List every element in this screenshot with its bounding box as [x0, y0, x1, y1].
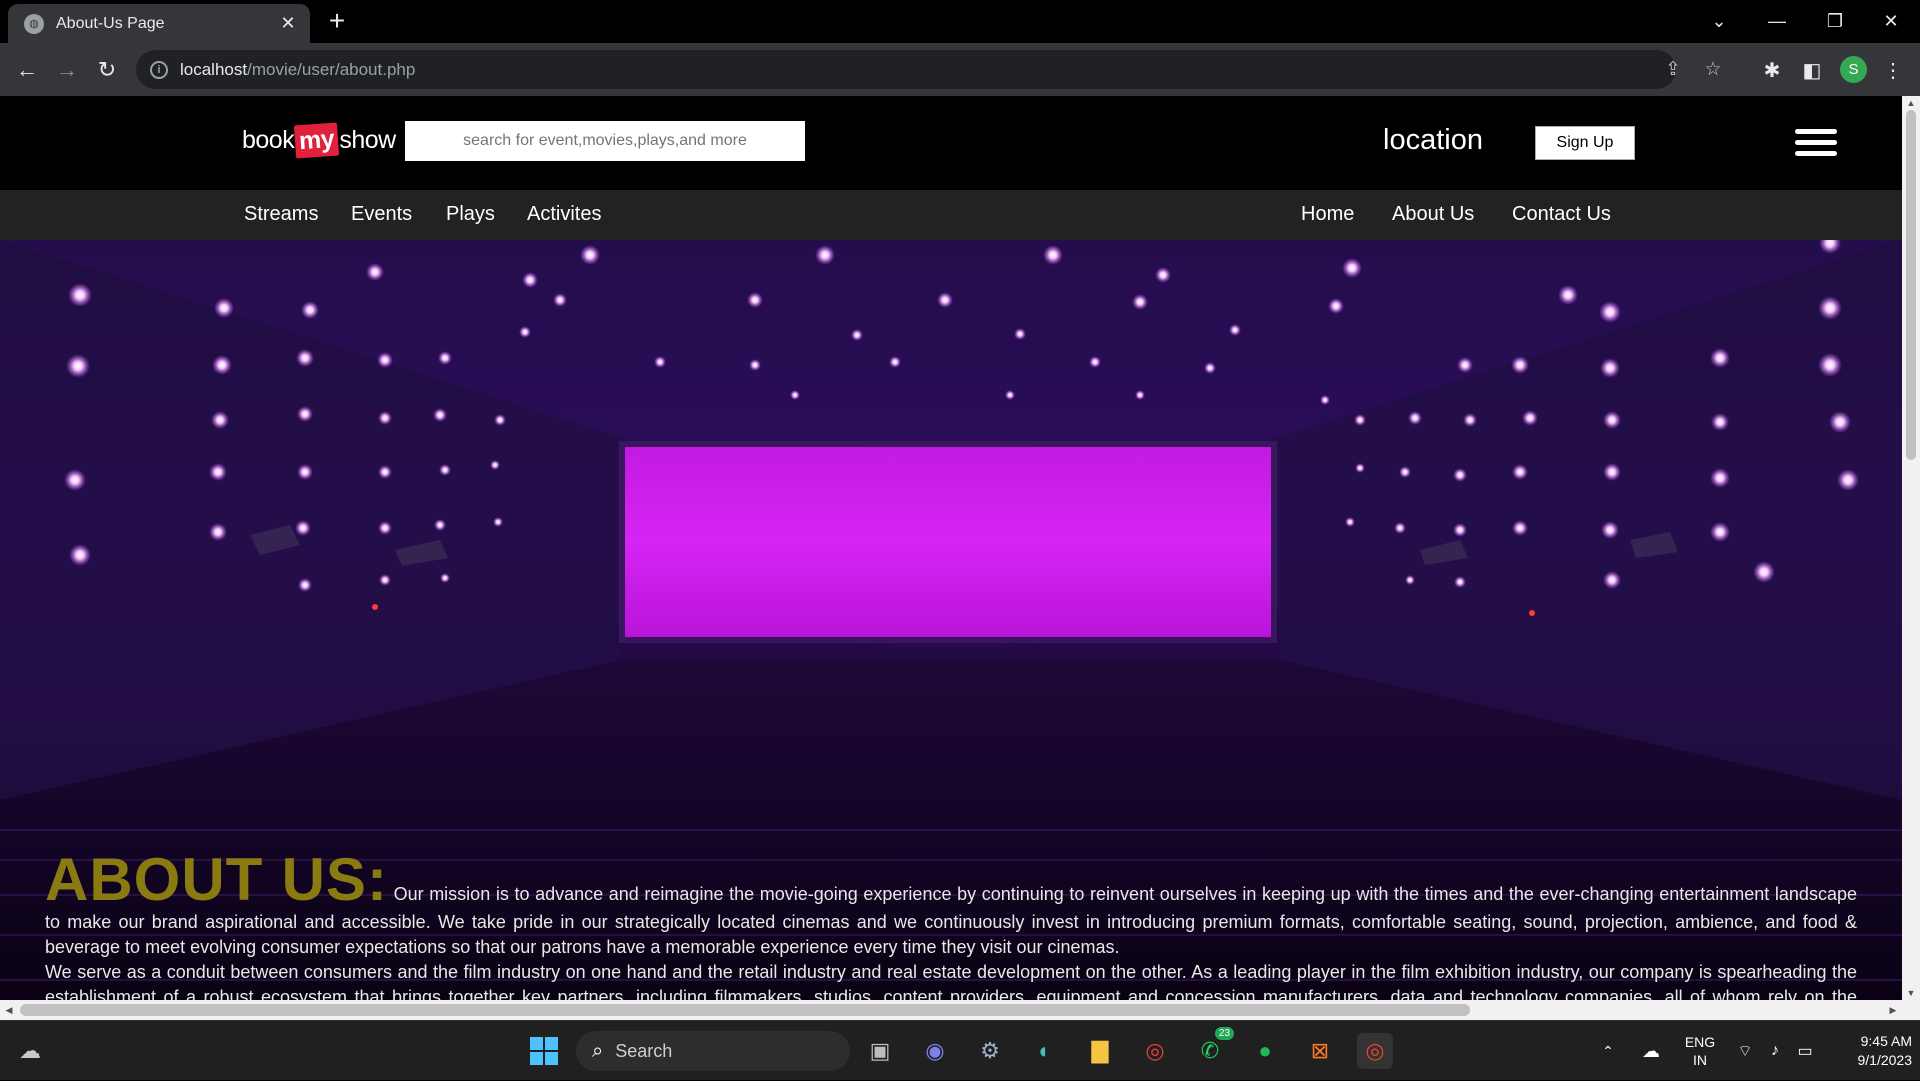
bookmark-star-icon[interactable]: ☆ [1702, 58, 1724, 80]
clock[interactable]: 9:45 AM 9/1/2023 [1822, 1021, 1913, 1081]
site-search-input[interactable] [405, 121, 805, 161]
globe-icon: ◍ [24, 13, 44, 34]
search-icon: ⌕ [592, 1039, 604, 1062]
url-path: /movie/user/about.php [247, 59, 416, 79]
settings-gear-icon[interactable]: ⚙ [972, 1033, 1008, 1069]
weather-icon[interactable]: ☁ [12, 1033, 48, 1069]
file-explorer-icon[interactable]: ▇ [1082, 1033, 1118, 1069]
taskbar-search[interactable]: ⌕ Search [576, 1031, 850, 1071]
nav-activites[interactable]: Activites [527, 203, 601, 226]
scroll-down-arrow-icon[interactable]: ▼ [1902, 986, 1920, 1000]
chrome-active-icon[interactable]: ◎ [1357, 1033, 1393, 1069]
extensions-icon[interactable]: ✱ [1757, 55, 1787, 85]
url-host: localhost [180, 59, 248, 79]
browser-tab-bar: ◍ About-Us Page ✕ + ⌄ — ❐ ✕ [0, 0, 1920, 43]
tab-title: About-Us Page [56, 14, 165, 32]
scroll-up-arrow-icon[interactable]: ▲ [1902, 96, 1920, 110]
address-bar[interactable]: i localhost /movie/user/about.php ⇪ ☆ [136, 50, 1722, 89]
nav-home[interactable]: Home [1301, 203, 1354, 226]
minimize-button[interactable]: — [1748, 0, 1806, 43]
nav-contact-us[interactable]: Contact Us [1512, 203, 1611, 226]
windows-start-icon[interactable] [526, 1033, 562, 1069]
wifi-icon[interactable]: ⌔ [1730, 1021, 1760, 1081]
tray-overflow-chevron-icon[interactable]: ⌃ [1596, 1021, 1620, 1081]
browser-toolbar: ← → ↻ i localhost /movie/user/about.php … [0, 43, 1920, 96]
share-icon[interactable]: ⇪ [1662, 58, 1684, 80]
sign-up-button[interactable]: Sign Up [1535, 126, 1635, 160]
site-nav-bar: Streams Events Plays Activites Home Abou… [0, 190, 1902, 240]
scroll-left-arrow-icon[interactable]: ◀ [0, 1000, 18, 1020]
about-paragraph-1: ABOUT US: Our mission is to advance and … [45, 850, 1857, 960]
new-tab-button[interactable]: + [322, 5, 352, 36]
volume-icon[interactable]: ♪ [1760, 1021, 1790, 1081]
about-section: ABOUT US: Our mission is to advance and … [45, 850, 1857, 1001]
browser-tab[interactable]: ◍ About-Us Page ✕ [8, 4, 310, 43]
spotify-icon[interactable]: ● [1247, 1033, 1283, 1069]
xampp-icon[interactable]: ⊠ [1302, 1033, 1338, 1069]
nav-events[interactable]: Events [351, 203, 412, 226]
restore-button[interactable]: ❐ [1806, 0, 1864, 43]
page-viewport: bookmyshow location Sign Up Streams Even… [0, 96, 1902, 1000]
vertical-scrollbar[interactable]: ▲ ▼ [1902, 96, 1920, 1000]
profile-avatar[interactable]: S [1840, 56, 1867, 83]
tab-search-icon[interactable]: ⌄ [1690, 0, 1748, 43]
site-info-icon[interactable]: i [150, 60, 168, 79]
logo-text-show: show [339, 126, 396, 154]
language-indicator[interactable]: ENG IN [1680, 1021, 1720, 1081]
language-line-1: ENG [1684, 1034, 1716, 1050]
logo-text-my: my [294, 122, 340, 159]
close-tab-icon[interactable]: ✕ [278, 13, 298, 34]
horizontal-scroll-thumb[interactable] [20, 1004, 1470, 1016]
scroll-right-arrow-icon[interactable]: ▶ [1884, 1000, 1902, 1020]
clock-date: 9/1/2023 [1857, 1052, 1913, 1068]
location-label[interactable]: location [1383, 124, 1483, 157]
about-paragraph-2: We serve as a conduit between consumers … [45, 962, 1857, 1000]
teams-chat-icon[interactable]: ◉ [917, 1033, 953, 1069]
site-header: bookmyshow location Sign Up [0, 96, 1902, 190]
reload-button[interactable]: ↻ [90, 53, 124, 87]
hamburger-menu-icon[interactable] [1795, 129, 1837, 157]
edge-browser-icon[interactable]: ◐ [1027, 1033, 1063, 1069]
nav-about-us[interactable]: About Us [1392, 203, 1474, 226]
cinema-screen [622, 444, 1274, 640]
back-button[interactable]: ← [10, 53, 44, 87]
whatsapp-icon[interactable]: ✆ 23 [1192, 1027, 1234, 1069]
nav-streams[interactable]: Streams [244, 203, 318, 226]
close-window-button[interactable]: ✕ [1862, 0, 1920, 43]
forward-button[interactable]: → [50, 53, 84, 87]
language-line-2: IN [1693, 1052, 1707, 1068]
nav-plays[interactable]: Plays [446, 203, 495, 226]
battery-icon[interactable]: ▭ [1790, 1021, 1820, 1081]
about-title: ABOUT US: [45, 846, 388, 913]
menu-kebab-icon[interactable]: ⋮ [1878, 55, 1908, 85]
onedrive-cloud-icon[interactable]: ☁ [1636, 1021, 1666, 1081]
taskbar-search-label: Search [615, 1040, 673, 1061]
task-view-icon[interactable]: ▣ [862, 1033, 898, 1069]
horizontal-scrollbar[interactable]: ◀ ▶ [0, 1000, 1920, 1020]
clock-time: 9:45 AM [1860, 1033, 1912, 1049]
side-panel-icon[interactable]: ◧ [1797, 55, 1827, 85]
hero-cinema-image: ABOUT US: Our mission is to advance and … [0, 240, 1902, 1000]
logo-text-book: book [242, 126, 295, 154]
vertical-scroll-thumb[interactable] [1906, 110, 1916, 460]
site-logo[interactable]: book my show [242, 122, 396, 159]
windows-taskbar: ☁ ⌕ Search ▣ ◉ ⚙ ◐ ▇ ◎ ✆ 23 ● ⊠ ◎ ⌃ ☁ ENG… [0, 1020, 1920, 1080]
whatsapp-badge: 23 [1214, 1027, 1234, 1040]
chrome-icon[interactable]: ◎ [1137, 1033, 1173, 1069]
